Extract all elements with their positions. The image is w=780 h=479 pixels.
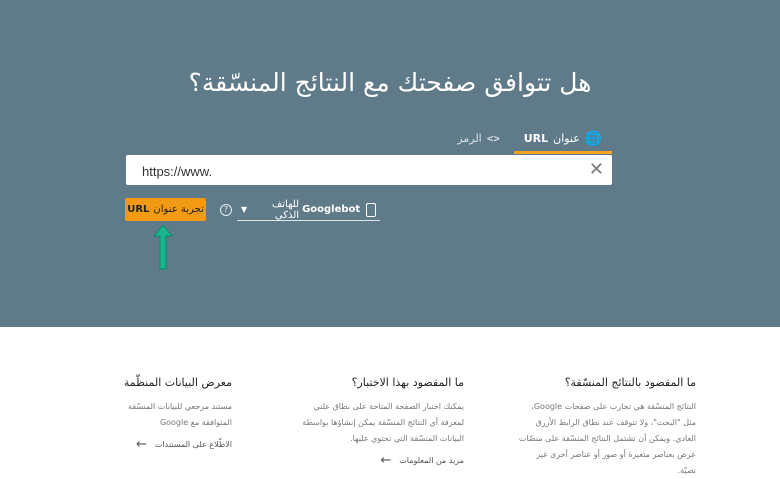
info-column-rich-results: ما المقصود بالنتائج المنسّقة؟ النتائج ال… bbox=[516, 376, 696, 479]
test-link-label: مزيد من المعلومات bbox=[399, 456, 464, 465]
user-agent-bot: Googlebot bbox=[302, 204, 361, 215]
gallery-text: مستند مرجعي للبيانات المنسّقة المتوافقة … bbox=[128, 402, 232, 427]
input-mode-tabs: 🌐 عنوان URL <> الرمز bbox=[420, 127, 612, 154]
user-agent-device: للهاتف الذكي bbox=[271, 198, 300, 221]
tab-code-label: الرمز bbox=[457, 132, 482, 145]
url-field: ✕ bbox=[126, 155, 612, 187]
tab-url-label: عنوان bbox=[553, 132, 580, 145]
test-title: ما المقصود بهذا الاختبار؟ bbox=[351, 376, 464, 389]
tab-code[interactable]: <> الرمز bbox=[457, 127, 500, 151]
code-icon: <> bbox=[486, 132, 500, 145]
arrow-left-icon: ← bbox=[380, 453, 392, 468]
test-url-badge: URL bbox=[127, 204, 150, 215]
url-input[interactable] bbox=[140, 155, 584, 187]
page-title: هل تتوافق صفحتك مع النتائج المنسّقة؟ bbox=[188, 68, 592, 97]
arrow-left-icon: ← bbox=[136, 437, 147, 452]
rich-results-title: ما المقصود بالنتائج المنسّقة؟ bbox=[564, 376, 696, 389]
user-agent-select[interactable]: Googlebot للهاتف الذكي ▼ bbox=[237, 199, 380, 221]
gallery-link-label: الاطّلاع على المستندات bbox=[154, 440, 232, 449]
close-icon[interactable]: ✕ bbox=[589, 159, 604, 181]
info-column-gallery: معرض البيانات المنظّمة مستند مرجعي للبيا… bbox=[118, 376, 232, 452]
user-agent-label: Googlebot للهاتف الذكي bbox=[247, 199, 360, 221]
rich-results-text: النتائج المنسّقة هي تجارب على صفحات Goog… bbox=[518, 402, 696, 475]
chevron-down-icon: ▼ bbox=[241, 205, 248, 214]
test-text: يمكنك اختبار الصفحة المتاحة على نطاق علن… bbox=[302, 402, 464, 443]
info-column-test: ما المقصود بهذا الاختبار؟ يمكنك اختبار ا… bbox=[288, 376, 464, 468]
globe-icon: 🌐 bbox=[584, 131, 603, 147]
smartphone-icon bbox=[366, 202, 376, 217]
test-link[interactable]: مزيد من المعلومات ← bbox=[288, 453, 464, 468]
arrow-up-icon bbox=[152, 224, 174, 270]
tab-url[interactable]: 🌐 عنوان URL bbox=[514, 127, 612, 154]
tab-url-badge: URL bbox=[523, 132, 549, 145]
hero-section: هل تتوافق صفحتك مع النتائج المنسّقة؟ 🌐 ع… bbox=[0, 0, 780, 327]
test-url-button[interactable]: تجربة عنوان URL bbox=[125, 198, 206, 221]
gallery-title: معرض البيانات المنظّمة bbox=[123, 376, 232, 389]
help-circle-icon[interactable]: ? bbox=[220, 204, 232, 216]
gallery-link[interactable]: الاطّلاع على المستندات ← bbox=[118, 437, 232, 452]
test-url-label: تجربة عنوان bbox=[153, 204, 204, 215]
